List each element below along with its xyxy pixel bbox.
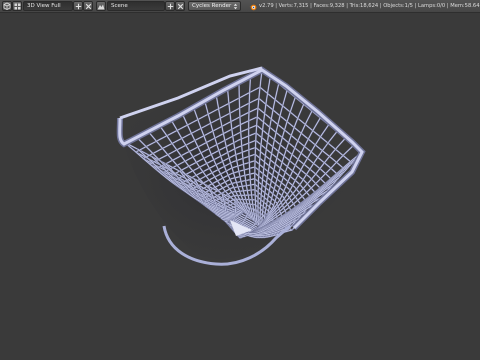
updown-arrows-icon [233, 3, 238, 9]
scene-icon [97, 4, 105, 9]
blender-logo-icon [249, 4, 257, 11]
scene-browse-button[interactable] [96, 1, 106, 11]
render-engine-dropdown[interactable]: Cycles Render [188, 1, 241, 11]
scene-field[interactable]: Scene [107, 1, 165, 11]
grid-icon [14, 3, 20, 9]
plus-icon [75, 3, 81, 9]
render-engine-label: Cycles Render [192, 3, 232, 9]
3d-view-icon [3, 2, 11, 10]
delete-scene-button[interactable] [175, 1, 185, 11]
add-scene-button[interactable] [165, 1, 175, 11]
editor-type-button[interactable] [2, 1, 12, 11]
scene-label: Scene [111, 3, 128, 9]
plus-icon [167, 3, 173, 9]
delete-layout-button[interactable] [83, 1, 93, 11]
screen-layout-label: 3D View Full [27, 3, 61, 9]
3d-viewport[interactable] [0, 13, 480, 360]
add-layout-button[interactable] [73, 1, 83, 11]
layout-browse-button[interactable] [12, 1, 22, 11]
info-header: 3D View Full Scene Cycles Render v2.79 |… [0, 0, 480, 13]
close-icon [177, 3, 183, 9]
mesh-wireframe [116, 66, 366, 266]
close-icon [85, 3, 91, 9]
scene-statistics: v2.79 | Verts:7,315 | Faces:9,328 | Tris… [259, 3, 480, 9]
screen-layout-field[interactable]: 3D View Full [23, 1, 73, 11]
